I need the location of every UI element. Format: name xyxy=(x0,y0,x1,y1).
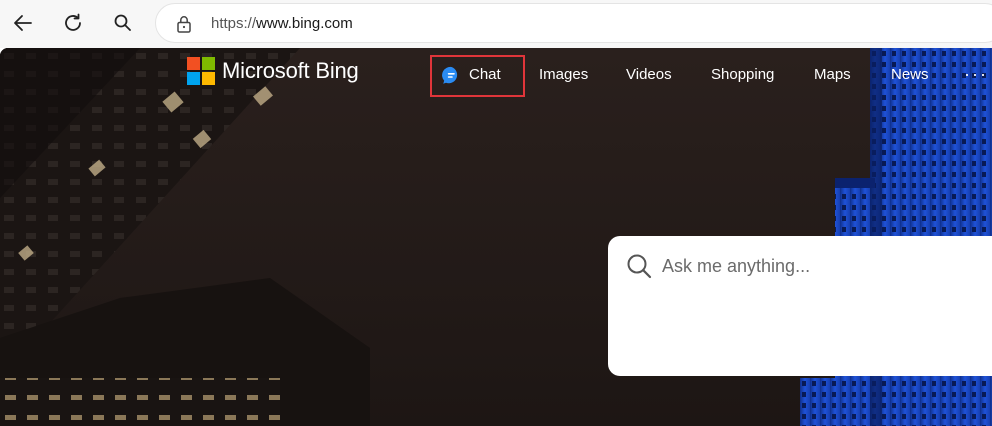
url-text: https://www.bing.com xyxy=(211,15,353,32)
nav-images[interactable]: Images xyxy=(539,66,588,83)
reload-button[interactable] xyxy=(58,8,88,38)
chat-bubble-icon xyxy=(442,66,458,84)
address-bar[interactable]: https://www.bing.com xyxy=(155,3,992,43)
nav-chat[interactable]: Chat xyxy=(469,66,501,83)
nav-news[interactable]: News xyxy=(891,66,929,83)
back-button[interactable] xyxy=(8,8,38,38)
nav-shopping[interactable]: Shopping xyxy=(711,66,774,83)
more-menu-button[interactable]: ··· xyxy=(964,64,988,85)
logo-square-green xyxy=(202,57,215,70)
search-input[interactable] xyxy=(660,252,980,280)
microsoft-logo-icon xyxy=(187,57,215,85)
search-icon xyxy=(627,254,652,279)
refresh-icon xyxy=(65,13,81,31)
search-icon xyxy=(114,14,131,31)
logo-square-red xyxy=(187,57,200,70)
bing-homepage: Microsoft Bing Chat Images Videos Shoppi… xyxy=(0,48,992,426)
nav-maps[interactable]: Maps xyxy=(814,66,851,83)
search-box[interactable] xyxy=(608,236,992,376)
url-scheme: https:// xyxy=(211,15,257,32)
brand-name: Microsoft Bing xyxy=(222,58,359,83)
nav-videos[interactable]: Videos xyxy=(626,66,672,83)
lock-icon xyxy=(177,16,191,33)
browser-search-button[interactable] xyxy=(108,8,138,38)
bing-logo[interactable]: Microsoft Bing xyxy=(187,57,359,85)
logo-square-blue xyxy=(187,72,200,85)
arrow-left-icon xyxy=(14,15,32,31)
browser-toolbar: https://www.bing.com xyxy=(0,0,992,48)
url-host: www.bing.com xyxy=(256,15,353,32)
logo-square-yellow xyxy=(202,72,215,85)
